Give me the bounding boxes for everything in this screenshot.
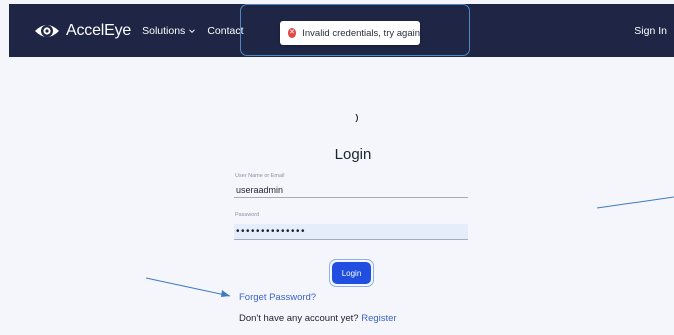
login-button[interactable]: Login	[332, 262, 371, 284]
username-input[interactable]: useraadmin	[234, 182, 468, 198]
register-link[interactable]: Register	[361, 313, 396, 324]
annotation-arrowhead-icon	[221, 290, 230, 297]
login-heading: Login	[334, 146, 372, 163]
chevron-down-icon	[189, 28, 196, 33]
signup-prompt: Don't have any account yet? Register	[239, 313, 397, 324]
brand-name: AccelEye	[66, 21, 132, 39]
brand-logo[interactable]: AccelEye	[34, 21, 131, 41]
toast-message: Invalid credentials, try again	[302, 27, 420, 39]
forgot-password-link[interactable]: Forget Password?	[239, 292, 316, 303]
username-label: User Name or Email	[235, 173, 285, 179]
password-input[interactable]: ••••••••••••••	[234, 224, 468, 240]
nav-sign-in-link[interactable]: Sign In	[634, 25, 667, 37]
annotation-arrow-left	[145, 277, 231, 297]
nav-solutions-label: Solutions	[142, 24, 186, 37]
annotation-line-right	[596, 196, 674, 209]
login-button-focus-ring: Login	[329, 259, 374, 287]
loading-spinner-icon	[346, 112, 358, 124]
nav-contact-link[interactable]: Contact	[207, 25, 243, 37]
login-page: AccelEye Solutions Contact Sign In ✕ Inv…	[0, 0, 674, 335]
no-account-text: Don't have any account yet?	[239, 313, 359, 324]
error-toast[interactable]: ✕ Invalid credentials, try again	[280, 21, 420, 45]
nav-solutions-menu[interactable]: Solutions	[142, 25, 196, 37]
password-label: Password	[235, 212, 260, 218]
eye-logo-icon	[35, 24, 59, 37]
error-x-icon: ✕	[288, 28, 297, 38]
